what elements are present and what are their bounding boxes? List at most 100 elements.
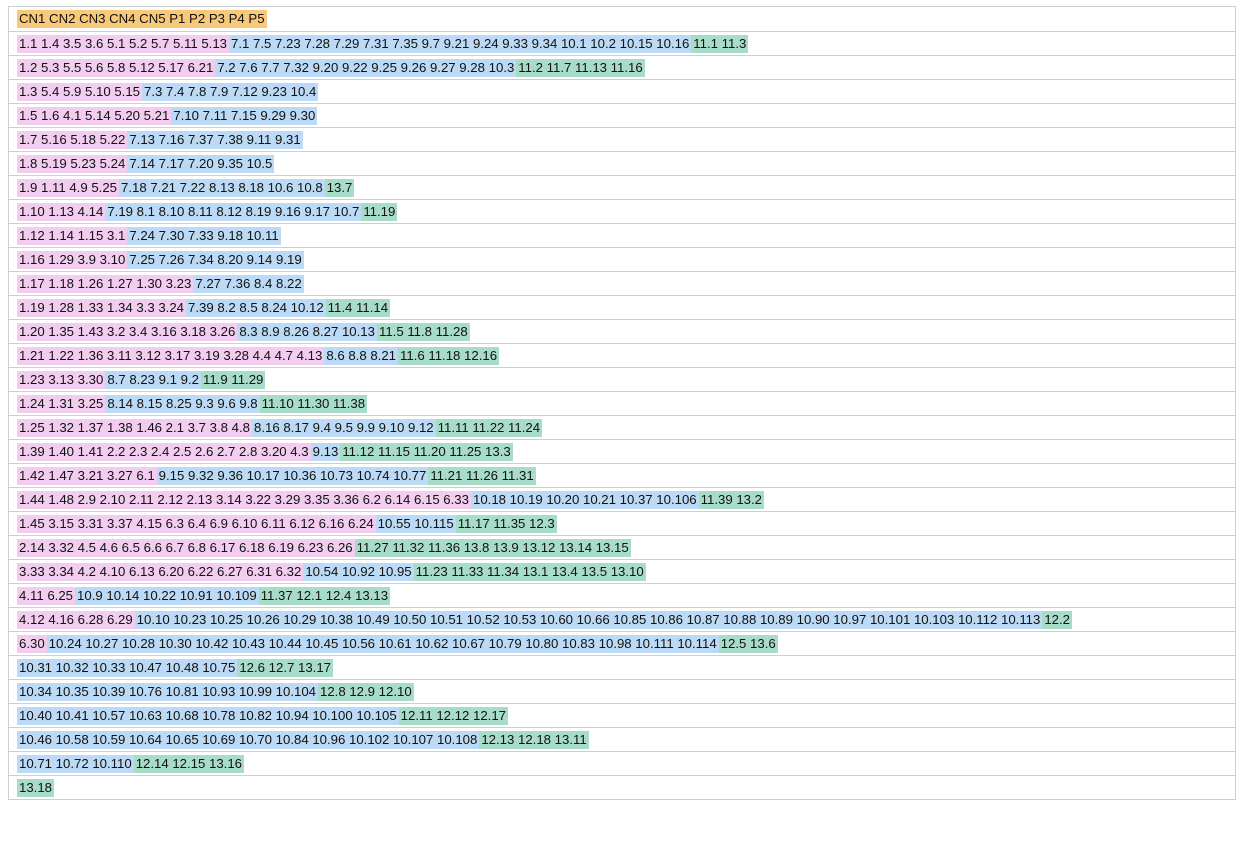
table-row: 1.24 1.31 3.25 8.14 8.15 8.25 9.3 9.6 9.8…	[9, 392, 1235, 416]
table-body: 1.1 1.4 3.5 3.6 5.1 5.2 5.7 5.11 5.13 7.1…	[9, 32, 1235, 800]
p-blue-segment: 9.13	[310, 442, 341, 461]
p-blue-segment: 7.3 7.4 7.8 7.9 7.12 9.23 10.4	[142, 82, 319, 101]
table-row: 6.30 10.24 10.27 10.28 10.30 10.42 10.43 …	[9, 632, 1235, 656]
table-row: 1.42 1.47 3.21 3.27 6.1 9.15 9.32 9.36 10…	[9, 464, 1235, 488]
p-green-segment: 11.39 13.2	[698, 490, 765, 509]
table-row: 1.39 1.40 1.41 2.2 2.3 2.4 2.5 2.6 2.7 2…	[9, 440, 1235, 464]
cn-segment: 1.45 3.15 3.31 3.37 4.15 6.3 6.4 6.9 6.1…	[17, 514, 376, 533]
table-row: 1.25 1.32 1.37 1.38 1.46 2.1 3.7 3.8 4.8…	[9, 416, 1235, 440]
cn-segment: 1.39 1.40 1.41 2.2 2.3 2.4 2.5 2.6 2.7 2…	[17, 442, 311, 461]
table-row: 1.17 1.18 1.26 1.27 1.30 3.23 7.27 7.36 8…	[9, 272, 1235, 296]
p-blue-segment: 7.13 7.16 7.37 7.38 9.11 9.31	[127, 130, 303, 149]
p-blue-segment: 10.71 10.72 10.110	[17, 754, 134, 773]
p-green-segment: 12.6 12.7 13.17	[237, 658, 333, 677]
p-blue-segment: 7.19 8.1 8.10 8.11 8.12 8.19 9.16 9.17 1…	[105, 202, 362, 221]
p-blue-segment: 7.2 7.6 7.7 7.32 9.20 9.22 9.25 9.26 9.2…	[215, 58, 517, 77]
table-row: 1.19 1.28 1.33 1.34 3.3 3.24 7.39 8.2 8.5…	[9, 296, 1235, 320]
p-blue-segment: 10.34 10.35 10.39 10.76 10.81 10.93 10.9…	[17, 682, 318, 701]
p-blue-segment: 8.6 8.8 8.21	[324, 346, 398, 365]
p-green-segment: 12.14 12.15 13.16	[133, 754, 245, 773]
table-row: 10.46 10.58 10.59 10.64 10.65 10.69 10.7…	[9, 728, 1235, 752]
header-label: CN1 CN2 CN3 CN4 CN5 P1 P2 P3 P4 P5	[17, 10, 267, 28]
grouping-table: CN1 CN2 CN3 CN4 CN5 P1 P2 P3 P4 P5 1.1 1…	[8, 6, 1236, 800]
cn-segment: 1.12 1.14 1.15 3.1	[17, 226, 128, 245]
cn-segment: 1.21 1.22 1.36 3.11 3.12 3.17 3.19 3.28 …	[17, 346, 325, 365]
p-green-segment: 13.7	[324, 178, 355, 197]
header-row: CN1 CN2 CN3 CN4 CN5 P1 P2 P3 P4 P5	[9, 7, 1235, 32]
cn-segment: 1.8 5.19 5.23 5.24	[17, 154, 128, 173]
table-row: 1.5 1.6 4.1 5.14 5.20 5.21 7.10 7.11 7.15…	[9, 104, 1235, 128]
table-row: 1.2 5.3 5.5 5.6 5.8 5.12 5.17 6.21 7.2 7.…	[9, 56, 1235, 80]
cn-segment: 1.23 3.13 3.30	[17, 370, 106, 389]
table-row: 4.11 6.25 10.9 10.14 10.22 10.91 10.109 11…	[9, 584, 1235, 608]
table-row: 3.33 3.34 4.2 4.10 6.13 6.20 6.22 6.27 6…	[9, 560, 1235, 584]
table-row: 1.12 1.14 1.15 3.1 7.24 7.30 7.33 9.18 10…	[9, 224, 1235, 248]
p-green-segment: 11.2 11.7 11.13 11.16	[516, 58, 645, 77]
p-green-segment: 11.5 11.8 11.28	[376, 322, 470, 341]
table-row: 1.8 5.19 5.23 5.24 7.14 7.17 7.20 9.35 10…	[9, 152, 1235, 176]
cn-segment: 3.33 3.34 4.2 4.10 6.13 6.20 6.22 6.27 6…	[17, 562, 304, 581]
p-blue-segment: 10.24 10.27 10.28 10.30 10.42 10.43 10.4…	[46, 634, 719, 653]
table-row: 1.3 5.4 5.9 5.10 5.15 7.3 7.4 7.8 7.9 7.1…	[9, 80, 1235, 104]
table-row: 2.14 3.32 4.5 4.6 6.5 6.6 6.7 6.8 6.17 6…	[9, 536, 1235, 560]
table-row: 10.71 10.72 10.110 12.14 12.15 13.16	[9, 752, 1235, 776]
table-row: 1.21 1.22 1.36 3.11 3.12 3.17 3.19 3.28 …	[9, 344, 1235, 368]
p-blue-segment: 7.27 7.36 8.4 8.22	[193, 274, 304, 293]
p-blue-segment: 10.55 10.115	[375, 514, 456, 533]
p-green-segment: 12.11 12.12 12.17	[398, 706, 509, 725]
table-row: 13.18	[9, 776, 1235, 800]
p-green-segment: 11.27 11.32 11.36 13.8 13.9 13.12 13.14 …	[354, 538, 631, 557]
p-green-segment: 11.1 11.3	[691, 34, 749, 53]
p-green-segment: 11.6 11.18 12.16	[398, 346, 500, 365]
p-green-segment: 12.5 13.6	[718, 634, 778, 653]
p-blue-segment: 9.15 9.32 9.36 10.17 10.36 10.73 10.74 1…	[156, 466, 429, 485]
cn-segment: 1.20 1.35 1.43 3.2 3.4 3.16 3.18 3.26	[17, 322, 238, 341]
cn-segment: 1.1 1.4 3.5 3.6 5.1 5.2 5.7 5.11 5.13	[17, 34, 229, 53]
p-blue-segment: 10.18 10.19 10.20 10.21 10.37 10.106	[470, 490, 699, 509]
table-row: 1.44 1.48 2.9 2.10 2.11 2.12 2.13 3.14 3…	[9, 488, 1235, 512]
cn-segment: 1.25 1.32 1.37 1.38 1.46 2.1 3.7 3.8 4.8	[17, 418, 252, 437]
p-green-segment: 11.21 11.26 11.31	[428, 466, 536, 485]
cn-segment: 1.19 1.28 1.33 1.34 3.3 3.24	[17, 298, 186, 317]
p-green-segment: 11.17 11.35 12.3	[455, 514, 557, 533]
p-green-segment: 11.4 11.14	[325, 298, 391, 317]
p-blue-segment: 8.7 8.23 9.1 9.2	[105, 370, 201, 389]
p-blue-segment: 7.18 7.21 7.22 8.13 8.18 10.6 10.8	[119, 178, 325, 197]
p-blue-segment: 10.10 10.23 10.25 10.26 10.29 10.38 10.4…	[134, 610, 1043, 629]
table-row: 1.9 1.11 4.9 5.25 7.18 7.21 7.22 8.13 8.1…	[9, 176, 1235, 200]
table-row: 1.7 5.16 5.18 5.22 7.13 7.16 7.37 7.38 9.…	[9, 128, 1235, 152]
p-blue-segment: 10.54 10.92 10.95	[303, 562, 414, 581]
cn-segment: 1.7 5.16 5.18 5.22	[17, 130, 128, 149]
p-green-segment: 12.2	[1042, 610, 1073, 629]
p-green-segment: 11.37 12.1 12.4 13.13	[258, 586, 391, 605]
p-blue-segment: 7.10 7.11 7.15 9.29 9.30	[171, 106, 318, 125]
p-blue-segment: 8.16 8.17 9.4 9.5 9.9 9.10 9.12	[251, 418, 436, 437]
p-green-segment: 11.12 11.15 11.20 11.25 13.3	[340, 442, 513, 461]
p-green-segment: 11.11 11.22 11.24	[435, 418, 543, 437]
p-blue-segment: 10.46 10.58 10.59 10.64 10.65 10.69 10.7…	[17, 730, 480, 749]
p-green-segment: 11.9 11.29	[200, 370, 266, 389]
p-blue-segment: 7.25 7.26 7.34 8.20 9.14 9.19	[127, 250, 304, 269]
p-blue-segment: 10.9 10.14 10.22 10.91 10.109	[75, 586, 259, 605]
p-blue-segment: 8.3 8.9 8.26 8.27 10.13	[237, 322, 377, 341]
table-row: 10.34 10.35 10.39 10.76 10.81 10.93 10.9…	[9, 680, 1235, 704]
table-row: 4.12 4.16 6.28 6.29 10.10 10.23 10.25 10.…	[9, 608, 1235, 632]
cn-segment: 1.42 1.47 3.21 3.27 6.1	[17, 466, 157, 485]
p-blue-segment: 8.14 8.15 8.25 9.3 9.6 9.8	[105, 394, 260, 413]
cn-segment: 4.12 4.16 6.28 6.29	[17, 610, 135, 629]
p-green-segment: 11.23 11.33 11.34 13.1 13.4 13.5 13.10	[413, 562, 646, 581]
table-row: 1.10 1.13 4.14 7.19 8.1 8.10 8.11 8.12 8.…	[9, 200, 1235, 224]
table-row: 1.1 1.4 3.5 3.6 5.1 5.2 5.7 5.11 5.13 7.1…	[9, 32, 1235, 56]
cn-segment: 2.14 3.32 4.5 4.6 6.5 6.6 6.7 6.8 6.17 6…	[17, 538, 355, 557]
table-row: 10.31 10.32 10.33 10.47 10.48 10.75 12.6 …	[9, 656, 1235, 680]
table-row: 10.40 10.41 10.57 10.63 10.68 10.78 10.8…	[9, 704, 1235, 728]
cn-segment: 6.30	[17, 634, 47, 653]
cn-segment: 1.10 1.13 4.14	[17, 202, 106, 221]
p-blue-segment: 7.1 7.5 7.23 7.28 7.29 7.31 7.35 9.7 9.2…	[229, 34, 692, 53]
cn-segment: 1.16 1.29 3.9 3.10	[17, 250, 128, 269]
p-blue-segment: 7.24 7.30 7.33 9.18 10.11	[127, 226, 281, 245]
cn-segment: 1.5 1.6 4.1 5.14 5.20 5.21	[17, 106, 172, 125]
table-row: 1.23 3.13 3.30 8.7 8.23 9.1 9.2 11.9 11.29	[9, 368, 1235, 392]
p-blue-segment: 7.39 8.2 8.5 8.24 10.12	[186, 298, 326, 317]
table-row: 1.20 1.35 1.43 3.2 3.4 3.16 3.18 3.26 8.3…	[9, 320, 1235, 344]
